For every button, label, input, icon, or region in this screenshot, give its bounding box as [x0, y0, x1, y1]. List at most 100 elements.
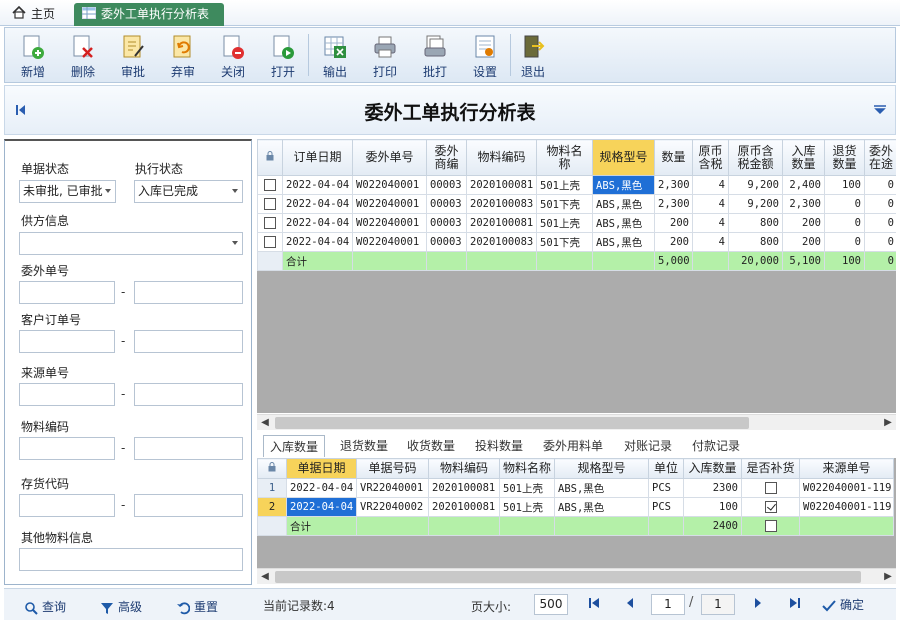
page-size-input[interactable]: 500: [534, 594, 568, 615]
subtab-outsource-material[interactable]: 委外用料单: [537, 435, 609, 457]
col-supplier-code[interactable]: 委外 商编: [426, 139, 467, 176]
sub-grid-hscroll[interactable]: ◀ ▶: [257, 568, 896, 584]
tab-outsource-analysis[interactable]: 委外工单执行分析表: [74, 3, 224, 26]
row-checkbox[interactable]: [264, 217, 276, 229]
subtab-in-qty[interactable]: 入库数量: [263, 435, 326, 457]
supplier-select[interactable]: [19, 232, 243, 255]
col-qty[interactable]: 数量: [654, 139, 693, 176]
lock-icon: [257, 458, 287, 479]
exit-button[interactable]: 退出: [511, 30, 555, 82]
col-in-qty[interactable]: 入库 数量: [782, 139, 825, 176]
export-button[interactable]: 输出: [313, 30, 357, 82]
page-separator: /: [689, 595, 694, 610]
main-grid-hscroll[interactable]: ◀ ▶: [257, 414, 896, 430]
col-material-name[interactable]: 物料名称: [499, 458, 555, 479]
print-icon: [372, 34, 398, 60]
col-replenish[interactable]: 是否补货: [741, 458, 800, 479]
col-source-no[interactable]: 来源单号: [799, 458, 894, 479]
col-in-qty[interactable]: 入库数量: [683, 458, 742, 479]
prev-page-icon[interactable]: [625, 597, 635, 612]
main-grid: 订单日期 委外单号 委外 商编 物料编码 物料名 称 规格型号 数量 原币 含税…: [257, 139, 896, 271]
col-doc-date[interactable]: 单据日期: [286, 458, 357, 479]
unapprove-button[interactable]: 弃审: [161, 30, 205, 82]
open-doc-label: 打开: [270, 65, 295, 79]
unapprove-icon: [170, 34, 196, 60]
batch-print-button[interactable]: 批打: [413, 30, 457, 82]
col-outsource-no[interactable]: 委外单号: [352, 139, 427, 176]
scroll-right-icon[interactable]: ▶: [880, 415, 896, 431]
new-button[interactable]: 新增: [11, 30, 55, 82]
approve-button[interactable]: 审批: [111, 30, 155, 82]
settings-label: 设置: [472, 65, 497, 79]
stock-code-to-input[interactable]: [134, 494, 243, 517]
confirm-button[interactable]: 确定: [822, 596, 864, 613]
customer-order-from-input[interactable]: [19, 330, 115, 353]
subtab-payment[interactable]: 付款记录: [686, 435, 746, 457]
other-material-input[interactable]: [19, 548, 243, 571]
table-icon: [82, 4, 96, 26]
replenish-checkbox[interactable]: [764, 501, 777, 513]
col-order-date[interactable]: 订单日期: [282, 139, 353, 176]
col-doc-no[interactable]: 单据号码: [356, 458, 429, 479]
close-doc-button[interactable]: 关闭: [211, 30, 255, 82]
replenish-checkbox[interactable]: [764, 520, 777, 532]
doc-status-select[interactable]: 未审批, 已审批: [19, 180, 116, 203]
row-checkbox[interactable]: [264, 198, 276, 210]
col-unit[interactable]: 单位: [648, 458, 684, 479]
scroll-left-icon[interactable]: ◀: [257, 415, 273, 431]
col-material-code[interactable]: 物料编码: [466, 139, 537, 176]
table-row[interactable]: 2 2022-04-04 VR22040002 2020100081 501上壳 ABS…: [257, 497, 894, 517]
row-checkbox[interactable]: [264, 179, 276, 191]
outsource-no-to-input[interactable]: [134, 281, 243, 304]
print-button[interactable]: 打印: [363, 30, 407, 82]
scroll-thumb[interactable]: [275, 417, 749, 429]
scroll-thumb[interactable]: [275, 571, 861, 583]
subtab-feed-qty[interactable]: 投料数量: [469, 435, 529, 457]
table-row[interactable]: 2022-04-04 W022040001 00003 2020100081 501上壳…: [257, 175, 896, 195]
col-material-name[interactable]: 物料名 称: [536, 139, 593, 176]
delete-button[interactable]: 删除: [61, 30, 105, 82]
query-button[interactable]: 查询: [24, 598, 66, 615]
outsource-no-from-input[interactable]: [19, 281, 115, 304]
col-in-transit[interactable]: 委外 在途: [864, 139, 896, 176]
row-checkbox[interactable]: [264, 236, 276, 248]
table-row[interactable]: 2022-04-04 W022040001 00003 2020100083 501下壳…: [257, 232, 896, 252]
exec-status-select[interactable]: 入库已完成: [134, 180, 243, 203]
advanced-button[interactable]: 高级: [100, 598, 142, 615]
table-row[interactable]: 2022-04-04 W022040001 00003 2020100083 501下壳…: [257, 194, 896, 214]
material-code-from-input[interactable]: [19, 437, 115, 460]
reset-button[interactable]: 重置: [176, 598, 218, 615]
scroll-left-icon[interactable]: ◀: [257, 569, 273, 585]
next-page-icon[interactable]: [753, 597, 763, 612]
toolbar-separator: [308, 34, 309, 76]
settings-button[interactable]: 设置: [463, 30, 507, 82]
col-spec[interactable]: 规格型号: [554, 458, 649, 479]
scroll-right-icon[interactable]: ▶: [880, 569, 896, 585]
customer-order-to-input[interactable]: [134, 330, 243, 353]
col-spec[interactable]: 规格型号: [592, 139, 655, 176]
subtab-reconcile[interactable]: 对账记录: [618, 435, 678, 457]
page-size-label: 页大小:: [471, 600, 512, 614]
tab-home[interactable]: 主页: [4, 3, 63, 26]
subtab-receive-qty[interactable]: 收货数量: [401, 435, 461, 457]
page-current-input[interactable]: 1: [651, 594, 685, 615]
customer-order-label: 客户订单号: [21, 313, 82, 327]
stock-code-from-input[interactable]: [19, 494, 115, 517]
table-row[interactable]: 1 2022-04-04 VR22040001 2020100081 501上壳 ABS…: [257, 478, 894, 498]
col-return-qty[interactable]: 退货 数量: [824, 139, 865, 176]
first-page-icon[interactable]: [588, 597, 600, 612]
last-page-icon[interactable]: [789, 597, 801, 612]
replenish-checkbox[interactable]: [764, 482, 777, 494]
open-doc-button[interactable]: 打开: [261, 30, 305, 82]
print-label: 打印: [372, 65, 397, 79]
table-row[interactable]: 2022-04-04 W022040001 00003 2020100081 501上壳…: [257, 213, 896, 233]
material-code-to-input[interactable]: [134, 437, 243, 460]
subtab-return-qty[interactable]: 退货数量: [334, 435, 394, 457]
unapprove-label: 弃审: [170, 65, 195, 79]
collapse-up-icon[interactable]: [873, 104, 887, 119]
col-amount[interactable]: 原币含 税金额: [728, 139, 783, 176]
col-unit-price[interactable]: 原币 含税: [692, 139, 729, 176]
source-no-from-input[interactable]: [19, 383, 115, 406]
source-no-to-input[interactable]: [134, 383, 243, 406]
col-material-code[interactable]: 物料编码: [428, 458, 500, 479]
